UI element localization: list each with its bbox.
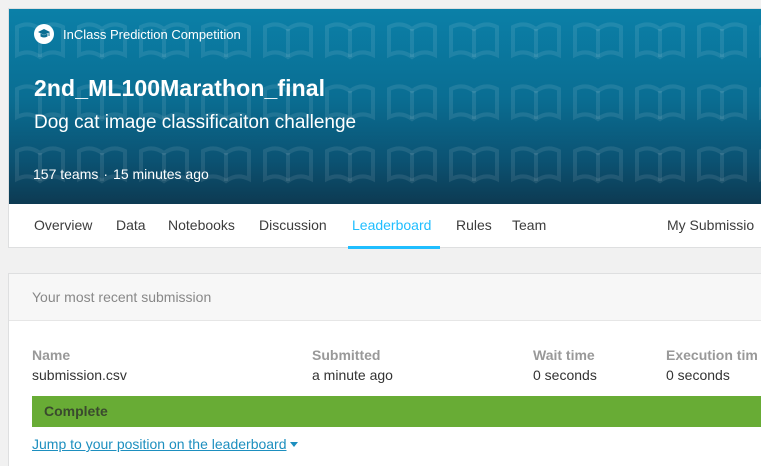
tab-my-submissions[interactable]: My Submissio [667, 217, 754, 233]
submitted-label: Submitted [312, 347, 381, 363]
graduation-cap-icon [34, 24, 54, 44]
competition-meta: 157 teams · 15 minutes ago [33, 166, 209, 182]
team-count: 157 teams [33, 166, 99, 182]
competition-type-badge: InClass Prediction Competition [34, 24, 241, 44]
wait-time-label: Wait time [533, 347, 595, 363]
status-bar: Complete [32, 396, 761, 427]
competition-banner: InClass Prediction Competition 2nd_ML100… [9, 9, 761, 204]
time-ago: 15 minutes ago [113, 166, 209, 182]
active-tab-indicator [348, 246, 440, 249]
wait-time-value: 0 seconds [533, 367, 597, 383]
execution-time-label: Execution tim [666, 347, 758, 363]
submitted-value: a minute ago [312, 367, 393, 383]
competition-tabs: Overview Data Notebooks Discussion Leade… [9, 204, 761, 249]
tab-leaderboard[interactable]: Leaderboard [352, 217, 431, 233]
tab-overview[interactable]: Overview [34, 217, 92, 233]
jump-to-position-link[interactable]: Jump to your position on the leaderboard [32, 436, 298, 452]
tab-discussion[interactable]: Discussion [259, 217, 327, 233]
competition-title: 2nd_ML100Marathon_final [34, 75, 326, 101]
recent-submission-card: Your most recent submission Name submiss… [8, 273, 761, 466]
execution-time-value: 0 seconds [666, 367, 730, 383]
file-name: submission.csv [32, 367, 127, 383]
tab-notebooks[interactable]: Notebooks [168, 217, 235, 233]
competition-subtitle: Dog cat image classificaiton challenge [34, 112, 357, 133]
jump-link-label: Jump to your position on the leaderboard [32, 436, 287, 452]
status-label: Complete [44, 403, 108, 419]
tab-data[interactable]: Data [116, 217, 146, 233]
tab-rules[interactable]: Rules [456, 217, 492, 233]
tab-team[interactable]: Team [512, 217, 546, 233]
name-label: Name [32, 347, 71, 363]
card-title: Your most recent submission [32, 289, 212, 305]
meta-separator: · [103, 166, 109, 182]
card-header: Your most recent submission [9, 274, 761, 321]
competition-type-label: InClass Prediction Competition [63, 26, 241, 42]
competition-header: InClass Prediction Competition 2nd_ML100… [8, 8, 761, 249]
caret-down-icon [289, 441, 298, 447]
